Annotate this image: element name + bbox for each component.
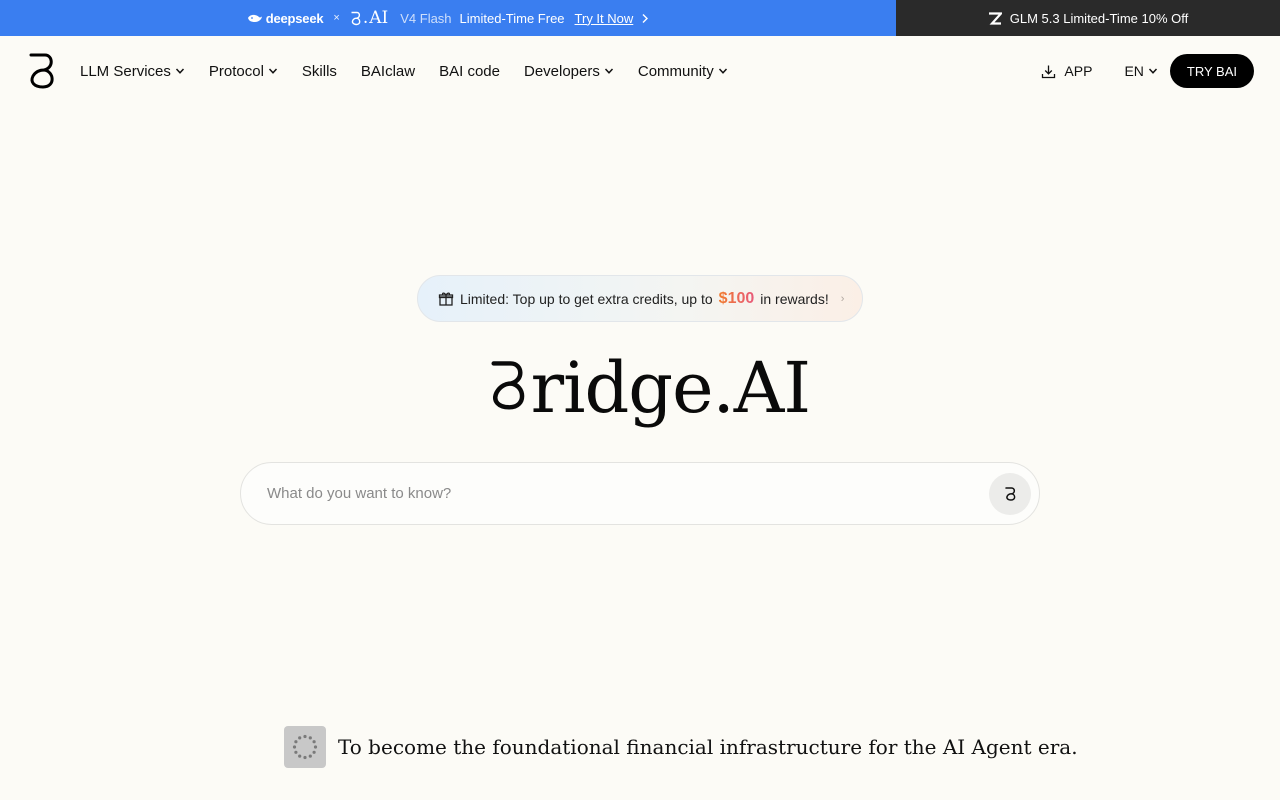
try-it-now-link[interactable]: Try It Now	[575, 11, 634, 26]
chevron-down-icon	[268, 68, 277, 74]
nav-item-label: Community	[637, 62, 714, 80]
deepseek-promo-banner[interactable]: deepseek × . AI V4 Flash Limited-Time Fre…	[0, 0, 896, 36]
nav-item-bai-code[interactable]: BAI code	[439, 63, 500, 80]
loading-thumbnail	[284, 726, 326, 768]
bridge-b-logo-icon	[491, 361, 525, 410]
download-app-button[interactable]: APP	[1041, 63, 1092, 79]
app-label: APP	[1064, 63, 1093, 79]
collab-times: ×	[333, 12, 340, 24]
nav-item-protocol[interactable]: Protocol	[209, 63, 278, 80]
nav-item-label: Skills	[301, 62, 337, 80]
bai-banner-label: AI	[369, 8, 389, 28]
top-banner: deepseek × . AI V4 Flash Limited-Time Fre…	[0, 0, 1280, 36]
promo-text: Limited-Time Free	[459, 10, 565, 26]
bridge-logo-icon[interactable]	[28, 52, 58, 90]
gift-icon	[438, 292, 454, 306]
chevron-down-icon	[175, 68, 184, 74]
zhipu-z-icon	[988, 11, 1002, 25]
chevron-right-icon: ›	[840, 292, 845, 305]
nav-menu: LLM Services Protocol Skills BAIclaw BAI…	[80, 36, 728, 106]
language-label: EN	[1124, 63, 1144, 79]
chevron-down-icon	[604, 68, 613, 74]
nav-item-developers[interactable]: Developers	[524, 63, 614, 80]
nav-item-label: Developers	[523, 62, 600, 80]
rewards-promo-pill[interactable]: Limited: Top up to get extra credits, up…	[417, 275, 863, 322]
bai-b-icon	[351, 11, 361, 25]
promo-suffix: in rewards!	[760, 290, 829, 307]
language-selector[interactable]: EN	[1124, 63, 1157, 79]
chevron-right-icon	[642, 13, 649, 23]
chevron-down-icon	[718, 68, 727, 74]
nav-item-llm-services[interactable]: LLM Services	[80, 63, 185, 80]
nav-actions: APP EN TRY BAI	[1041, 36, 1254, 106]
main-nav: LLM Services Protocol Skills BAIclaw BAI…	[0, 36, 1280, 106]
promo-amount: $100	[718, 289, 755, 307]
nav-item-skills[interactable]: Skills	[302, 63, 337, 80]
nav-item-community[interactable]: Community	[638, 63, 728, 80]
loading-spinner-icon	[292, 734, 318, 760]
whale-icon	[247, 14, 262, 22]
search-submit-button[interactable]	[989, 473, 1031, 515]
nav-item-label: BAI code	[439, 62, 500, 80]
nav-item-baiclaw[interactable]: BAIclaw	[361, 63, 415, 80]
bai-banner-logo: . AI	[350, 8, 388, 28]
mission-statement: To become the foundational financial inf…	[284, 726, 1078, 768]
bridge-b-icon	[1004, 487, 1015, 501]
download-icon	[1042, 65, 1056, 78]
search-input[interactable]	[267, 463, 967, 524]
deepseek-logo: deepseek	[247, 11, 324, 26]
search-box	[240, 462, 1040, 525]
nav-item-label: Protocol	[208, 62, 264, 80]
glm-promo-banner[interactable]: GLM 5.3 Limited-Time 10% Off	[896, 0, 1280, 36]
flash-label: V4 Flash	[400, 10, 452, 26]
promo-prefix: Limited: Top up to get extra credits, up…	[460, 290, 713, 307]
glm-promo-text: GLM 5.3 Limited-Time 10% Off	[1009, 10, 1189, 26]
nav-item-label: LLM Services	[80, 62, 171, 80]
nav-item-label: BAIclaw	[360, 62, 416, 80]
bridge-ai-wordmark: ridge.AI	[490, 347, 811, 438]
wordmark-text: ridge.AI	[530, 347, 811, 429]
mission-text: To become the foundational financial inf…	[338, 735, 1078, 759]
try-bai-button[interactable]: TRY BAI	[1169, 54, 1254, 88]
deepseek-label: deepseek	[265, 10, 324, 26]
chevron-down-icon	[1148, 68, 1157, 74]
